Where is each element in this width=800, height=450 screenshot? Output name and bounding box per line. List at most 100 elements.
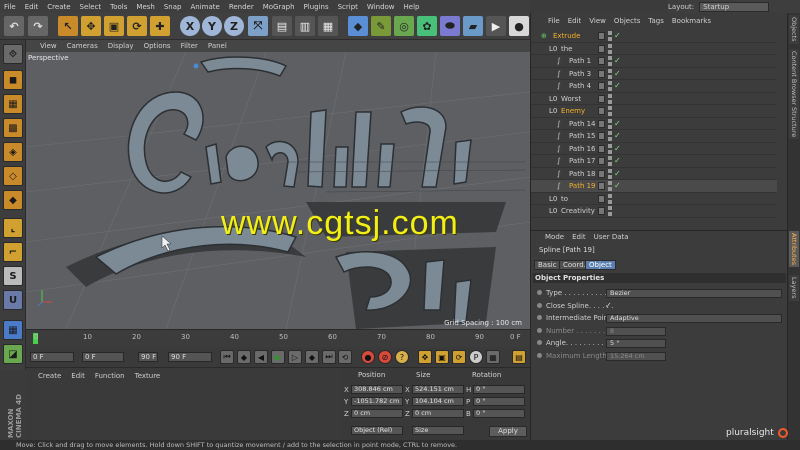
model-mode-icon[interactable]: ◼	[3, 70, 23, 90]
animate-param-icon[interactable]	[537, 315, 542, 320]
coordinate-system-icon[interactable]: ⤧	[248, 16, 268, 36]
menu-item-10[interactable]: Plugins	[304, 3, 329, 11]
camera-icon[interactable]: ▶	[486, 16, 506, 36]
attribute-field[interactable]: 5 °	[606, 339, 666, 348]
side-tab-objects[interactable]: Objects	[789, 15, 799, 44]
visibility-toggle[interactable]	[598, 144, 605, 153]
x-axis-lock-icon[interactable]: X	[180, 16, 200, 36]
object-row[interactable]: L0 Worst	[531, 93, 777, 105]
animate-param-icon[interactable]	[537, 340, 542, 345]
rot-b-field[interactable]: 0 °	[473, 409, 525, 418]
attribute-menu-item-0[interactable]: Mode	[545, 233, 564, 241]
menu-item-7[interactable]: Animate	[190, 3, 219, 11]
undo-icon[interactable]: ↶	[4, 16, 24, 36]
max-frame-field[interactable]: 90 F	[138, 352, 158, 362]
tab-basic[interactable]: Basic	[534, 260, 561, 270]
material-menu-item-3[interactable]: Texture	[135, 372, 161, 380]
viewport-menu-item-4[interactable]: Filter	[181, 42, 198, 50]
key-scale-icon[interactable]: ▣	[435, 350, 449, 364]
texture-mode-icon[interactable]: ▦	[3, 94, 23, 114]
prev-frame-icon[interactable]: ◀	[254, 350, 268, 364]
menu-item-12[interactable]: Window	[367, 3, 395, 11]
redo-icon[interactable]: ↷	[28, 16, 48, 36]
cloner-icon[interactable]: ✿	[417, 16, 437, 36]
material-menu-item-0[interactable]: Create	[38, 372, 61, 380]
menu-item-9[interactable]: MoGraph	[263, 3, 295, 11]
size-mode-select[interactable]: Size	[412, 426, 464, 435]
material-menu-item-2[interactable]: Function	[95, 372, 125, 380]
y-axis-lock-icon[interactable]: Y	[202, 16, 222, 36]
object-menu-item-5[interactable]: Bookmarks	[672, 17, 711, 25]
pos-y-field[interactable]: -1051.782 cm	[351, 397, 403, 406]
editor-render-dots-icon[interactable]	[608, 181, 612, 191]
visibility-toggle[interactable]	[598, 44, 605, 53]
object-row[interactable]: L0 the	[531, 43, 777, 55]
editor-render-dots-icon[interactable]	[608, 193, 612, 204]
visibility-toggle[interactable]	[598, 32, 605, 40]
animate-param-icon[interactable]	[537, 352, 542, 358]
object-row[interactable]: L0 to	[531, 193, 777, 205]
side-tab-attributes[interactable]: Attributes	[789, 231, 799, 268]
viewport-menu-item-2[interactable]: Display	[108, 42, 134, 50]
menu-item-0[interactable]: File	[4, 3, 16, 11]
object-menu-item-3[interactable]: Objects	[614, 17, 640, 25]
editor-render-dots-icon[interactable]	[608, 156, 612, 166]
editor-render-dots-icon[interactable]	[608, 56, 612, 66]
viewport-menu-item-0[interactable]: View	[40, 42, 57, 50]
object-row[interactable]: ∫ Path 15 ✓	[531, 130, 777, 143]
workplane-mode-icon[interactable]: ▩	[3, 118, 23, 138]
tab-object[interactable]: Object	[585, 260, 616, 270]
lock-workplane-icon[interactable]: ◪	[3, 344, 23, 364]
editor-render-dots-icon[interactable]	[608, 93, 612, 104]
add-object-icon[interactable]: ✚	[150, 16, 170, 36]
enabled-check-icon[interactable]: ✓	[614, 68, 621, 80]
key-param-icon[interactable]: P	[469, 350, 483, 364]
size-y-field[interactable]: 104.104 cm	[412, 397, 464, 406]
z-axis-lock-icon[interactable]: Z	[224, 16, 244, 36]
close-spline-checkbox[interactable]: ✓	[605, 301, 612, 311]
attribute-dropdown[interactable]: Adaptive	[606, 314, 782, 323]
animate-param-icon[interactable]	[537, 327, 542, 333]
menu-item-3[interactable]: Select	[80, 3, 102, 11]
editor-render-dots-icon[interactable]	[608, 118, 612, 129]
object-axis-handle[interactable]	[193, 63, 199, 69]
light-icon[interactable]: ●	[509, 16, 529, 36]
visibility-toggle[interactable]	[598, 107, 605, 115]
object-row[interactable]: ⊕ Extrude ✓	[531, 30, 777, 43]
visibility-toggle[interactable]	[598, 157, 605, 165]
viewport-menu-item-5[interactable]: Panel	[208, 42, 227, 50]
attribute-menu-item-2[interactable]: User Data	[594, 233, 629, 241]
menu-item-4[interactable]: Tools	[110, 3, 127, 11]
editor-render-dots-icon[interactable]	[608, 68, 612, 79]
play-icon[interactable]: ▶	[271, 350, 285, 364]
object-row[interactable]: ∫ Path 1 ✓	[531, 55, 777, 68]
key-rotation-icon[interactable]: ⟳	[452, 350, 466, 364]
material-menu-item-1[interactable]: Edit	[71, 372, 85, 380]
points-mode-icon[interactable]: ◈	[3, 142, 23, 162]
viewport-perspective[interactable]: Perspective www.cgtsj.com Grid Spacing :…	[26, 52, 530, 329]
menu-item-8[interactable]: Render	[229, 3, 254, 11]
animate-param-icon[interactable]	[537, 302, 542, 308]
end-frame-field[interactable]: 90 F	[168, 352, 212, 362]
key-pla-icon[interactable]: ▦	[486, 350, 500, 364]
live-selection-icon[interactable]: ↖	[58, 16, 78, 36]
enabled-check-icon[interactable]: ✓	[614, 130, 621, 142]
side-tab-content-browser[interactable]: Content Browser	[789, 49, 799, 108]
floor-icon[interactable]: ▰	[463, 16, 483, 36]
visibility-toggle[interactable]	[598, 169, 605, 178]
rot-p-field[interactable]: 0 °	[473, 397, 525, 406]
attribute-dropdown[interactable]: Bezier	[606, 289, 782, 298]
editor-render-dots-icon[interactable]	[608, 106, 612, 116]
enabled-check-icon[interactable]: ✓	[614, 80, 621, 92]
enabled-check-icon[interactable]: ✓	[614, 143, 621, 155]
object-row[interactable]: L0 Enemy	[531, 105, 777, 118]
move-tool-icon[interactable]: ✥	[81, 16, 101, 36]
go-to-start-icon[interactable]: ⏮	[220, 350, 234, 364]
enabled-check-icon[interactable]: ✓	[614, 155, 621, 167]
loop-icon[interactable]: ⟲	[338, 350, 352, 364]
object-row[interactable]: ∫ Path 14 ✓	[531, 118, 777, 130]
layout-dropdown[interactable]: Startup	[699, 1, 770, 12]
visibility-toggle[interactable]	[598, 82, 605, 90]
edges-mode-icon[interactable]: ◇	[3, 166, 23, 186]
visibility-toggle[interactable]	[598, 182, 605, 190]
